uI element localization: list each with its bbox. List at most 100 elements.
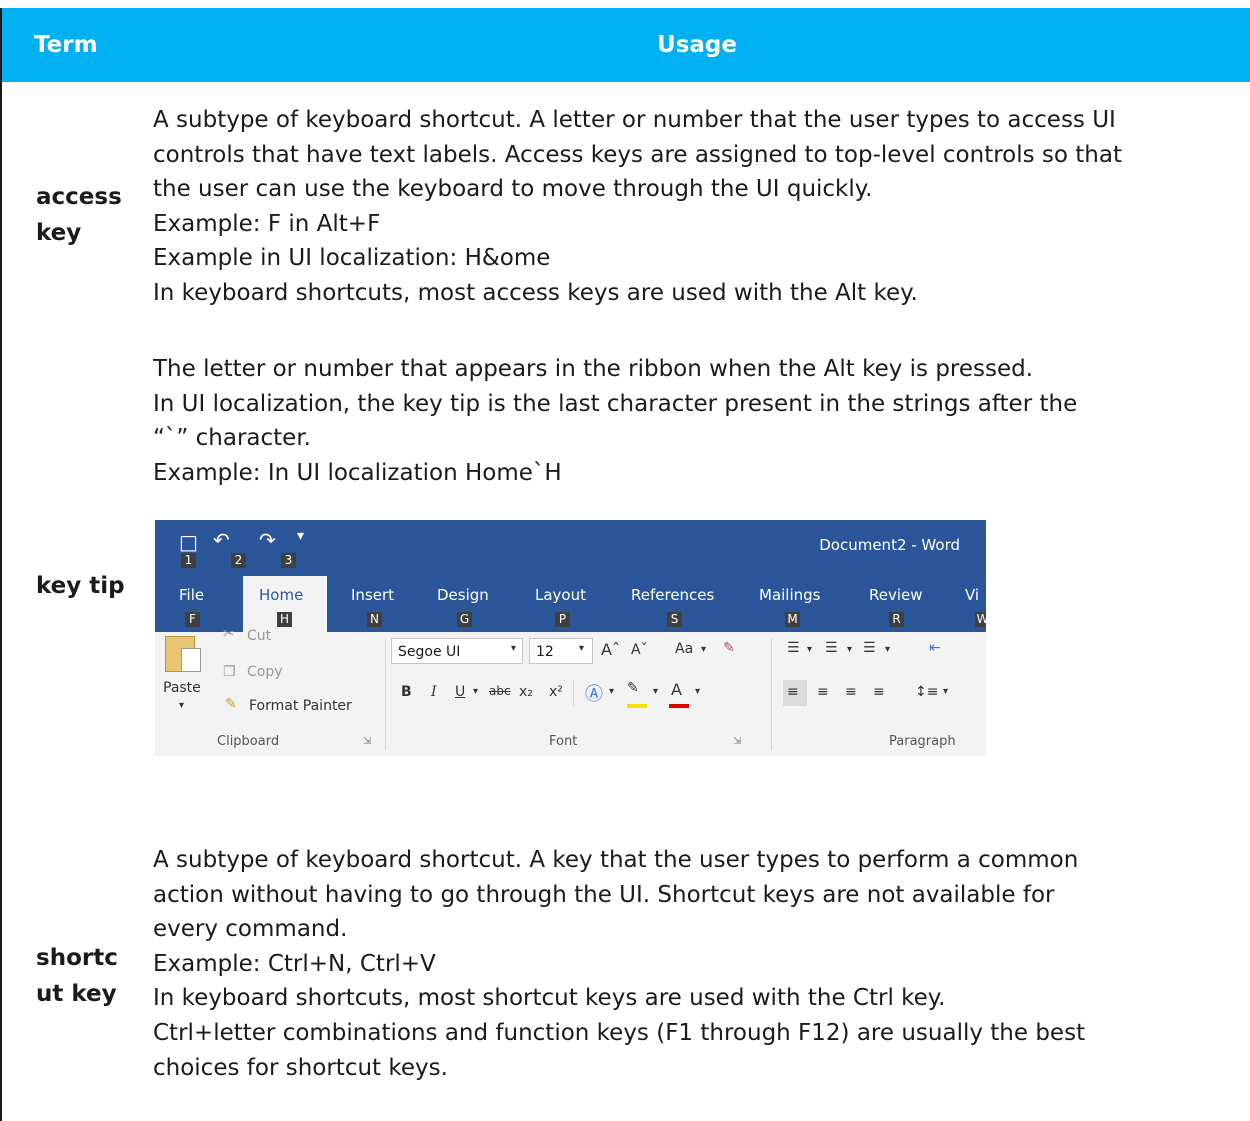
change-case-dropdown-icon[interactable]: ▾ [701, 644, 706, 655]
tab-references[interactable]: References [631, 586, 714, 604]
usage-line: controls that have text labels. Access k… [153, 141, 1122, 168]
usage-line: A subtype of keyboard shortcut. A letter… [153, 107, 1116, 133]
usage-key-tip: The letter or number that appears in the… [153, 352, 1243, 490]
keytip-badge: M [785, 612, 800, 627]
font-color-bar [669, 704, 689, 708]
usage-line: Ctrl+letter combinations and function ke… [153, 1019, 1086, 1046]
usage-line: Example: In UI localization Home`H [153, 456, 1243, 491]
multilevel-list-icon[interactable]: ☰ [863, 640, 876, 656]
usage-line: “`” character. [153, 425, 311, 452]
font-color-dropdown-icon[interactable]: ▾ [695, 686, 700, 697]
table-header: Term Usage [2, 8, 1250, 82]
dialog-launcher-icon[interactable]: ⇲ [363, 736, 371, 747]
align-left-glyph: ≡ [787, 684, 799, 700]
numbering-dropdown-icon[interactable]: ▾ [847, 644, 852, 655]
font-name-box[interactable]: Segoe UI [391, 638, 523, 664]
line-spacing-icon[interactable]: ↕≡ [915, 684, 938, 700]
cut-icon[interactable]: ✂ [223, 626, 235, 642]
usage-line: In keyboard shortcuts, most access keys … [153, 279, 918, 306]
usage-line: Example: F in Alt+F [153, 210, 381, 237]
copy-icon[interactable]: ❐ [223, 664, 236, 680]
underline-icon[interactable]: U [455, 684, 465, 700]
font-group-label: Font [549, 734, 578, 749]
paragraph-group-label: Paragraph [889, 734, 956, 749]
decrease-indent-icon[interactable]: ⇤ [929, 640, 941, 656]
bold-icon[interactable]: B [401, 684, 412, 700]
paste-label[interactable]: Paste [163, 680, 201, 696]
keytip-badge: N [367, 612, 382, 627]
multilevel-dropdown-icon[interactable]: ▾ [885, 644, 890, 655]
usage-shortcut-key: A subtype of keyboard shortcut. A key th… [153, 843, 1243, 1085]
tab-insert[interactable]: Insert [351, 586, 394, 604]
tab-mailings[interactable]: Mailings [759, 586, 820, 604]
keytip-badge: G [457, 612, 472, 627]
document-page: Term Usage access key A subtype of keybo… [0, 0, 1250, 1121]
tab-layout[interactable]: Layout [535, 586, 586, 604]
text-effects-dropdown-icon[interactable]: ▾ [609, 686, 614, 697]
tab-home[interactable]: Home [259, 586, 303, 604]
term-line: shortc [36, 945, 118, 971]
font-color-icon[interactable]: A [671, 680, 682, 699]
keytip-badge: R [889, 612, 904, 627]
save-icon: □ [179, 530, 198, 554]
subscript-icon[interactable]: x₂ [519, 684, 533, 700]
shrink-font-icon[interactable]: Aˇ [631, 642, 648, 658]
highlight-dropdown-icon[interactable]: ▾ [653, 686, 658, 697]
change-case-button[interactable]: Aa [675, 641, 693, 657]
usage-line: In UI localization, the key tip is the l… [153, 390, 1078, 417]
tab-view[interactable]: Vi [965, 586, 979, 604]
font-size-dropdown-icon[interactable]: ▾ [579, 643, 584, 654]
bullets-icon[interactable]: ☰ [787, 640, 800, 656]
usage-line: Example: Ctrl+N, Ctrl+V [153, 950, 436, 977]
usage-line: In keyboard shortcuts, most shortcut key… [153, 985, 946, 1012]
clipboard-group-label: Clipboard [217, 734, 280, 749]
term-line: ut key [36, 981, 117, 1007]
format-painter-label[interactable]: Format Painter [249, 698, 352, 714]
table-left-border [0, 8, 2, 1121]
superscript-icon[interactable]: x² [549, 684, 563, 700]
text-effects-icon[interactable]: Ⓐ [585, 680, 603, 706]
bullets-dropdown-icon[interactable]: ▾ [807, 644, 812, 655]
highlight-icon[interactable]: ✎ [627, 680, 639, 696]
grow-font-icon[interactable]: Aˆ [601, 640, 620, 659]
strikethrough-icon[interactable]: abc [489, 684, 511, 698]
keytip-badge: 2 [231, 553, 246, 568]
keytip-badge: 3 [281, 553, 296, 568]
header-usage: Usage [657, 32, 737, 58]
align-center-icon[interactable]: ≡ [817, 684, 829, 700]
align-right-icon[interactable]: ≡ [845, 684, 857, 700]
format-painter-icon[interactable]: ✎ [225, 696, 237, 712]
tab-review[interactable]: Review [869, 586, 923, 604]
qat-customize-icon: ▾ [297, 528, 305, 544]
italic-icon[interactable]: I [431, 684, 437, 700]
usage-line: the user can use the keyboard to move th… [153, 176, 873, 203]
copy-label[interactable]: Copy [247, 664, 283, 680]
clear-formatting-icon[interactable]: ✎ [723, 640, 735, 656]
term-line: key [36, 220, 82, 246]
usage-line: choices for shortcut keys. [153, 1054, 448, 1081]
font-size-value: 12 [536, 644, 554, 660]
font-name-dropdown-icon[interactable]: ▾ [511, 643, 516, 654]
keytip-badge: P [555, 612, 570, 627]
tab-file[interactable]: File [179, 586, 204, 604]
tab-design[interactable]: Design [437, 586, 489, 604]
undo-icon: ↶ [213, 528, 230, 552]
document-title: Document2 - Word [819, 536, 960, 554]
paste-page-icon [181, 648, 201, 672]
paste-dropdown-icon[interactable]: ▾ [179, 700, 184, 711]
usage-line: action without having to go through the … [153, 881, 1055, 908]
usage-line: A subtype of keyboard shortcut. A key th… [153, 847, 1079, 873]
usage-example-text: Example: In UI localization Home`H [153, 459, 562, 486]
keytip-badge: H [277, 612, 292, 627]
underline-dropdown-icon[interactable]: ▾ [473, 686, 478, 697]
term-line: access [36, 184, 122, 210]
keytip-badge: S [667, 612, 682, 627]
keytip-badge: 1 [181, 553, 196, 568]
font-name-value: Segoe UI [398, 644, 461, 660]
dialog-launcher-icon[interactable]: ⇲ [733, 736, 741, 747]
justify-icon[interactable]: ≡ [873, 684, 885, 700]
ribbon-screenshot: Document2 - Word □ ↶ ↷ ▾ 1 2 3 File Home… [155, 520, 986, 756]
line-spacing-dropdown-icon[interactable]: ▾ [943, 686, 948, 697]
cut-label[interactable]: Cut [247, 628, 271, 644]
numbering-icon[interactable]: ☰ [825, 640, 838, 656]
